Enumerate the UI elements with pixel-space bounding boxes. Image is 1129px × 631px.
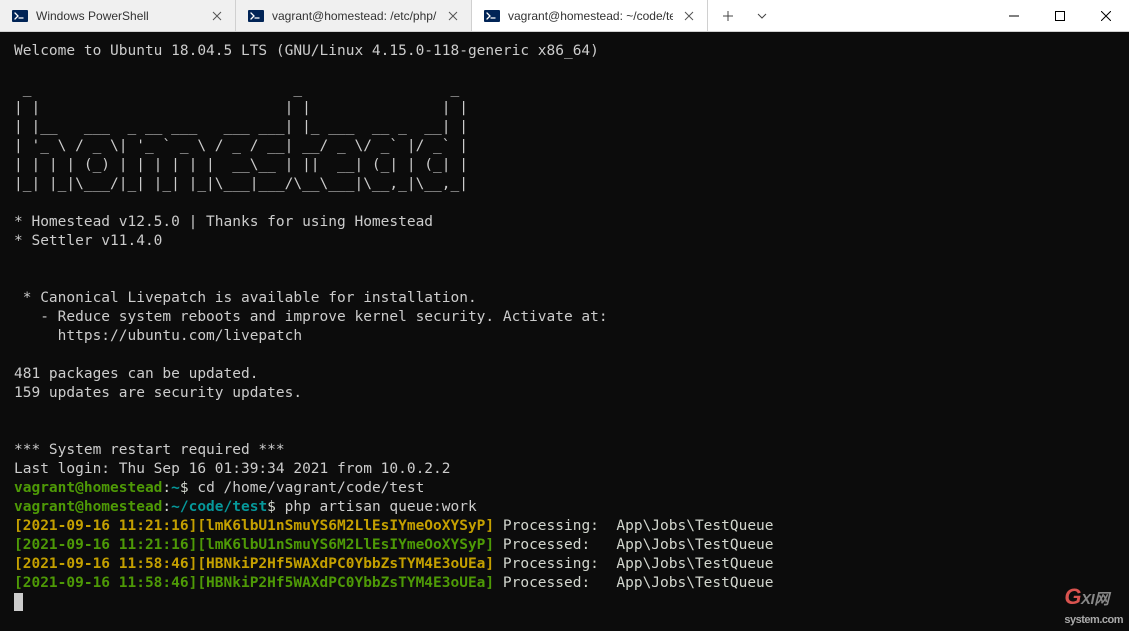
queue-job: App\Jobs\TestQueue [616, 556, 773, 572]
powershell-icon [248, 8, 264, 24]
prompt-path: ~/code/test [171, 499, 267, 515]
motd-security: 159 updates are security updates. [14, 385, 302, 401]
powershell-icon [12, 8, 28, 24]
tab-code-test[interactable]: vagrant@homestead: ~/code/te [472, 0, 708, 31]
motd-livepatch: https://ubuntu.com/livepatch [14, 328, 302, 344]
close-icon[interactable] [445, 8, 461, 24]
ascii-art-line: | | | | (_) | | | | | | __\__ | || __| (… [14, 157, 468, 173]
motd-livepatch: * Canonical Livepatch is available for i… [14, 290, 477, 306]
prompt-path: ~ [171, 480, 180, 496]
prompt-user: vagrant@homestead [14, 499, 162, 515]
queue-timestamp: [2021-09-16 11:58:46][HBNkiP2Hf5WAXdPC0Y… [14, 556, 494, 572]
queue-timestamp: [2021-09-16 11:21:16][lmK6lbU1nSmuYS6M2L… [14, 518, 494, 534]
motd-restart: *** System restart required *** [14, 442, 285, 458]
terminal-output[interactable]: Welcome to Ubuntu 18.04.5 LTS (GNU/Linux… [0, 32, 1129, 631]
queue-job: App\Jobs\TestQueue [616, 575, 773, 591]
queue-status-processed: Processed: [503, 575, 599, 591]
motd-livepatch: - Reduce system reboots and improve kern… [14, 309, 608, 325]
dropdown-button[interactable] [748, 0, 776, 31]
minimize-button[interactable] [991, 0, 1037, 31]
queue-timestamp: [2021-09-16 11:58:46][HBNkiP2Hf5WAXdPC0Y… [14, 575, 494, 591]
last-login: Last login: Thu Sep 16 01:39:34 2021 fro… [14, 461, 451, 477]
tab-etc-php[interactable]: vagrant@homestead: /etc/php/ [236, 0, 472, 31]
ascii-art-line: |_| |_|\___/|_| |_| |_|\___|___/\__\___|… [14, 176, 468, 192]
close-window-button[interactable] [1083, 0, 1129, 31]
motd-packages: 481 packages can be updated. [14, 366, 258, 382]
ascii-art-line: _ _ _ [14, 81, 459, 97]
prompt-dollar: $ [267, 499, 284, 515]
tab-powershell[interactable]: Windows PowerShell [0, 0, 236, 31]
tab-title: Windows PowerShell [36, 9, 201, 23]
tab-strip: Windows PowerShell vagrant@homestead: /e… [0, 0, 991, 31]
command-cd: cd /home/vagrant/code/test [197, 480, 424, 496]
queue-status-processing: Processing: [503, 556, 599, 572]
maximize-button[interactable] [1037, 0, 1083, 31]
prompt-user: vagrant@homestead [14, 480, 162, 496]
prompt-colon: : [162, 499, 171, 515]
ascii-art-line: | | | | | | [14, 100, 468, 116]
close-icon[interactable] [681, 8, 697, 24]
tab-title: vagrant@homestead: /etc/php/ [272, 9, 437, 23]
ascii-art-line: | '_ \ / _ \| '_ ` _ \ / _ / __| __/ _ \… [14, 138, 468, 154]
motd-settler-version: * Settler v11.4.0 [14, 233, 162, 249]
prompt-dollar: $ [180, 480, 197, 496]
queue-job: App\Jobs\TestQueue [616, 518, 773, 534]
motd-homestead-version: * Homestead v12.5.0 | Thanks for using H… [14, 214, 433, 230]
ascii-art-line: | |__ ___ _ __ ___ ___ ___| |_ ___ __ _ … [14, 119, 468, 135]
queue-status-processing: Processing: [503, 518, 599, 534]
prompt-colon: : [162, 480, 171, 496]
powershell-icon [484, 8, 500, 24]
motd-welcome: Welcome to Ubuntu 18.04.5 LTS (GNU/Linux… [14, 43, 599, 59]
command-artisan: php artisan queue:work [285, 499, 477, 515]
close-icon[interactable] [209, 8, 225, 24]
tabbar-actions [708, 0, 782, 31]
window-controls [991, 0, 1129, 31]
new-tab-button[interactable] [714, 0, 742, 31]
queue-status-processed: Processed: [503, 537, 599, 553]
queue-job: App\Jobs\TestQueue [616, 537, 773, 553]
queue-timestamp: [2021-09-16 11:21:16][lmK6lbU1nSmuYS6M2L… [14, 537, 494, 553]
titlebar: Windows PowerShell vagrant@homestead: /e… [0, 0, 1129, 32]
tab-title: vagrant@homestead: ~/code/te [508, 9, 673, 23]
cursor [14, 593, 23, 611]
